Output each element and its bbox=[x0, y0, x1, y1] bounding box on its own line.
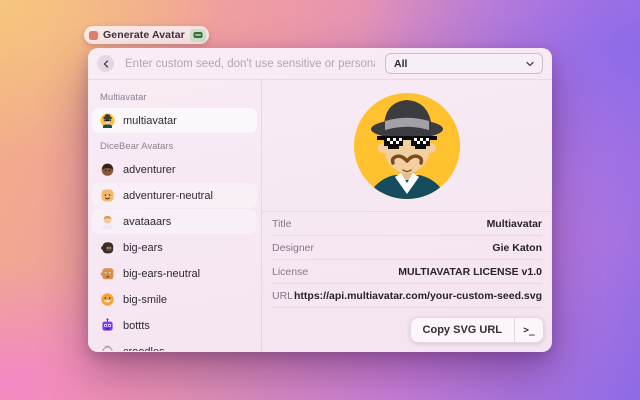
terminal-prompt-icon: >_ bbox=[523, 325, 534, 336]
list-item-label: adventurer bbox=[123, 164, 176, 176]
search-bar: All bbox=[88, 48, 552, 80]
meta-label: Title bbox=[272, 218, 291, 230]
list-item-label: avataaars bbox=[123, 216, 171, 228]
list-item-multiavatar[interactable]: multiavatar bbox=[92, 108, 257, 133]
meta-label: URL bbox=[272, 290, 293, 302]
meta-label: Designer bbox=[272, 242, 314, 254]
list-item-label: big-ears bbox=[123, 242, 163, 254]
croodles-icon bbox=[100, 344, 115, 351]
adventurer-neutral-icon bbox=[100, 188, 115, 203]
meta-value: https://api.multiavatar.com/your-custom-… bbox=[294, 290, 542, 302]
list-item-big-ears[interactable]: big-ears bbox=[92, 235, 257, 260]
desktop: { "toast": { "label": "Generate Avatar",… bbox=[0, 0, 640, 400]
list-item-label: adventurer-neutral bbox=[123, 190, 213, 202]
meta-label: License bbox=[272, 266, 308, 278]
generate-avatar-extension-icon bbox=[89, 31, 98, 40]
meta-row-title: Title Multiavatar bbox=[272, 212, 542, 236]
chevron-left-icon bbox=[103, 60, 109, 68]
list-item-bottts[interactable]: bottts bbox=[92, 313, 257, 338]
meta-value: MULTIAVATAR LICENSE v1.0 bbox=[398, 266, 542, 278]
list-item-adventurer-neutral[interactable]: adventurer-neutral bbox=[92, 183, 257, 208]
big-ears-icon bbox=[100, 240, 115, 255]
list-item-label: big-smile bbox=[123, 294, 167, 306]
list-item-avataaars[interactable]: avataaars bbox=[92, 209, 257, 234]
meta-row-designer: Designer Gie Katon bbox=[272, 236, 542, 260]
compact-window-icon bbox=[190, 29, 206, 42]
avatar-preview bbox=[262, 80, 552, 212]
meta-value: Multiavatar bbox=[487, 218, 542, 230]
action-button-group: Copy SVG URL >_ bbox=[410, 317, 544, 343]
meta-row-url: URL https://api.multiavatar.com/your-cus… bbox=[272, 284, 542, 308]
list-item-label: croodles bbox=[123, 346, 165, 352]
command-title: Generate Avatar bbox=[103, 29, 185, 41]
list-item-adventurer[interactable]: adventurer bbox=[92, 157, 257, 182]
list-item-big-smile[interactable]: big-smile bbox=[92, 287, 257, 312]
metadata-table: Title Multiavatar Designer Gie Katon Lic… bbox=[262, 212, 552, 308]
seed-search-input[interactable] bbox=[123, 57, 377, 71]
meta-row-license: License MULTIAVATAR LICENSE v1.0 bbox=[272, 260, 542, 284]
list-item-big-ears-neutral[interactable]: big-ears-neutral bbox=[92, 261, 257, 286]
section-header-dicebear: DiceBear Avatars bbox=[100, 141, 249, 152]
avatar-style-list: Multiavatar multiavatar DiceBear Avatars… bbox=[88, 80, 262, 351]
section-header-multiavatar: Multiavatar bbox=[100, 92, 249, 103]
list-item-croodles[interactable]: croodles bbox=[92, 339, 257, 351]
actions-menu-button[interactable]: >_ bbox=[515, 318, 543, 342]
big-ears-neutral-icon bbox=[100, 266, 115, 281]
list-item-label: multiavatar bbox=[123, 115, 177, 127]
adventurer-icon bbox=[100, 162, 115, 177]
avataaars-icon bbox=[100, 214, 115, 229]
chevron-down-icon bbox=[526, 61, 534, 67]
multiavatar-image bbox=[351, 90, 463, 202]
multiavatar-icon bbox=[100, 113, 115, 128]
command-toast[interactable]: Generate Avatar bbox=[84, 26, 209, 44]
list-item-label: big-ears-neutral bbox=[123, 268, 200, 280]
big-smile-icon bbox=[100, 292, 115, 307]
window-body: Multiavatar multiavatar DiceBear Avatars… bbox=[88, 80, 552, 351]
raycast-window: All Multiavatar multiavatar DiceBear Ava… bbox=[88, 48, 552, 352]
back-button[interactable] bbox=[97, 55, 114, 72]
copy-svg-url-button[interactable]: Copy SVG URL bbox=[411, 318, 514, 342]
list-item-label: bottts bbox=[123, 320, 150, 332]
detail-panel: Title Multiavatar Designer Gie Katon Lic… bbox=[262, 80, 552, 351]
dropdown-selected-value: All bbox=[394, 58, 407, 70]
style-filter-dropdown[interactable]: All bbox=[385, 53, 543, 74]
bottts-icon bbox=[100, 318, 115, 333]
meta-value: Gie Katon bbox=[492, 242, 542, 254]
